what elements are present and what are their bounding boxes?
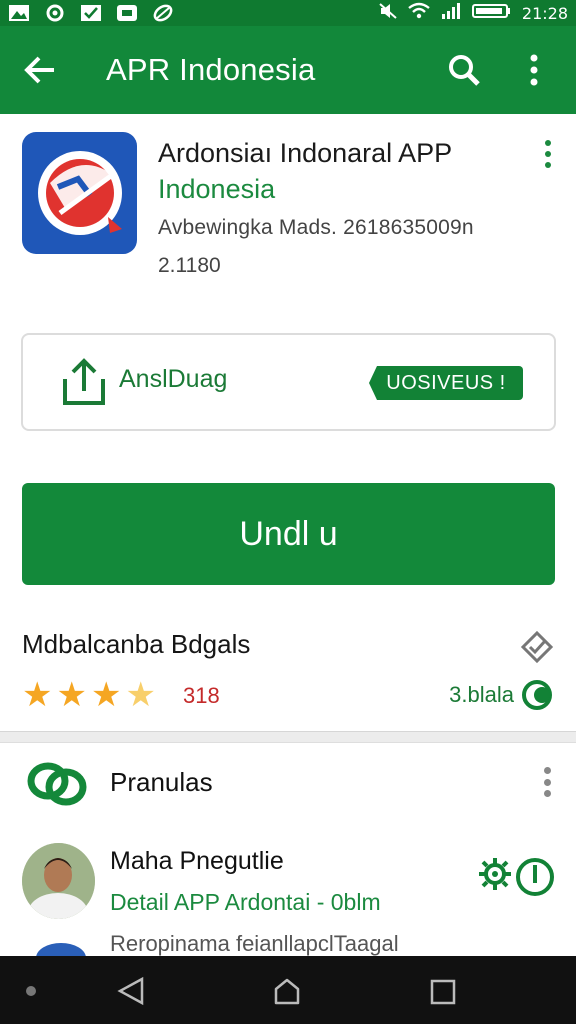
status-time: 21:28	[521, 3, 568, 23]
share-label: AnslDuag	[119, 365, 228, 393]
check-icon	[80, 4, 102, 22]
app-detail-card: Ardonsiaı Indonaral APP Indonesia Avbewi…	[0, 114, 576, 732]
app-name: Ardonsiaı Indonaral APP	[158, 138, 453, 168]
version-tag-button[interactable]: UOSIVEUS !	[369, 366, 523, 400]
star-half-icon: ★	[125, 676, 156, 714]
developer-link[interactable]: Indonesia	[158, 174, 275, 205]
back-button[interactable]	[20, 50, 60, 90]
back-triangle-icon[interactable]	[116, 976, 146, 1006]
navigation-bar	[0, 956, 576, 1024]
item-name[interactable]: Maha Pnegutlie	[110, 847, 284, 876]
star-icon: ★	[22, 676, 53, 714]
download-stat[interactable]: 3.blala	[449, 680, 554, 710]
star-icon: ★	[56, 676, 87, 714]
search-button[interactable]	[444, 50, 484, 90]
page-title: APR Indonesia	[106, 52, 316, 87]
share-row[interactable]: AnslDuag UOSIVEUS !	[21, 333, 556, 431]
settings-notification-icon	[44, 4, 66, 22]
arrow-left-icon	[24, 56, 54, 84]
nav-indicator	[26, 986, 36, 996]
app-bar: APR Indonesia	[0, 26, 576, 114]
app-logo-icon	[22, 132, 137, 254]
more-vert-icon	[530, 54, 538, 86]
message-icon	[116, 4, 138, 22]
wifi-icon	[408, 2, 430, 24]
signal-icon	[440, 2, 462, 24]
item-subtitle[interactable]: Detail APP Ardontai - 0blm	[110, 889, 381, 916]
notification-icons	[8, 4, 174, 22]
app-meta-line2: 2.1180	[158, 254, 221, 277]
card-more-button[interactable]	[538, 140, 558, 168]
mute-icon	[378, 2, 398, 24]
rating-title: Mdbalcanba Bdgals	[22, 629, 251, 659]
verified-check-icon[interactable]	[520, 630, 554, 664]
more-options-button[interactable]	[514, 50, 554, 90]
install-button[interactable]: Undl u	[22, 483, 555, 585]
avatar[interactable]	[22, 843, 95, 919]
recent-apps-icon[interactable]	[429, 978, 457, 1006]
gear-icon[interactable]	[478, 857, 512, 891]
home-icon[interactable]	[272, 976, 302, 1006]
search-icon	[449, 55, 480, 86]
app-meta-line1: Avbewingka Mads. 2618635009n	[158, 216, 474, 239]
photo-icon	[8, 4, 30, 22]
toggle-icon	[522, 680, 552, 710]
item-description: Reropinama feianllapclTaagal	[110, 931, 399, 956]
download-stat-label: 3.blala	[449, 682, 514, 707]
power-icon[interactable]	[514, 851, 556, 899]
status-bar: 21:28	[0, 0, 576, 26]
section-title: Pranulas	[110, 767, 213, 797]
star-rating: ★ ★ ★ ★	[22, 677, 156, 713]
system-icons: 21:28	[378, 2, 568, 24]
section-card: Pranulas Maha Pnegutlie Detail APP Ardon…	[0, 742, 576, 973]
battery-icon	[471, 2, 512, 24]
leaf-icon	[152, 4, 174, 22]
star-icon: ★	[90, 676, 122, 714]
rating-count: 318	[183, 683, 220, 708]
link-icon	[27, 762, 87, 806]
section-more-button[interactable]	[540, 767, 554, 797]
share-icon	[63, 358, 105, 405]
